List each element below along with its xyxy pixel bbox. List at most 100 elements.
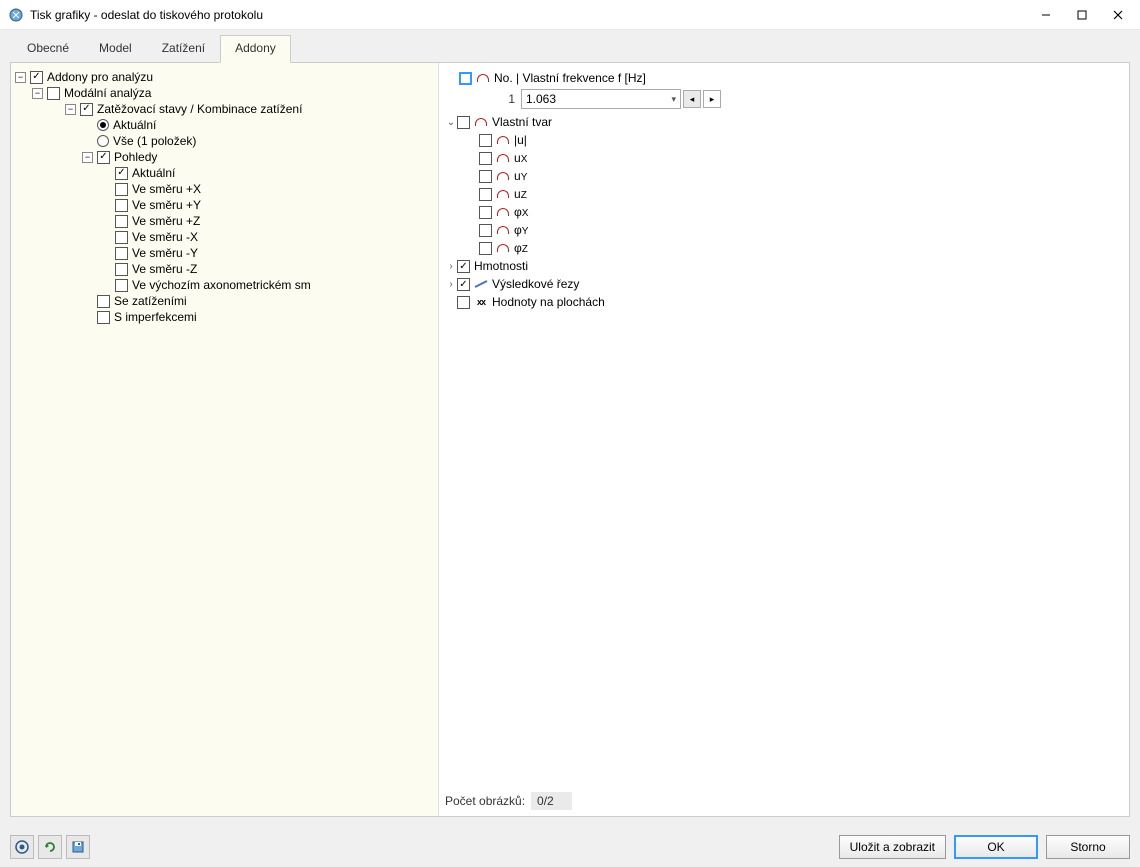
label-with-imperf: S imperfekcemi xyxy=(114,309,197,325)
combo-value: 1.063 xyxy=(526,92,671,106)
label-lc-all: Vše (1 položek) xyxy=(113,133,196,149)
checkbox-frequency[interactable] xyxy=(459,72,472,85)
left-tree-panel: − Addony pro analýzu − Modální analýza −… xyxy=(11,63,439,816)
label-uy: uY xyxy=(514,169,527,183)
label-phiz: φZ xyxy=(514,241,528,255)
deformation-icon xyxy=(476,72,490,84)
next-button[interactable]: ▸ xyxy=(703,90,721,108)
checkbox-addony-analyza[interactable] xyxy=(30,71,43,84)
label-loadcases: Zatěžovací stavy / Kombinace zatížení xyxy=(97,101,302,117)
checkbox-view-my[interactable] xyxy=(115,247,128,260)
tab-bar: Obecné Model Zatížení Addony xyxy=(2,35,1138,63)
combo-index: 1 xyxy=(501,92,521,106)
label-sections: Výsledkové řezy xyxy=(492,277,579,291)
toggle-shape[interactable]: ⌄ xyxy=(445,117,457,128)
label-phiy: φY xyxy=(514,223,528,237)
refresh-button[interactable] xyxy=(38,835,62,859)
titlebar: Tisk grafiky - odeslat do tiskového prot… xyxy=(0,0,1140,30)
checkbox-phix[interactable] xyxy=(479,206,492,219)
label-view-mx: Ve směru -X xyxy=(132,229,198,245)
app-icon xyxy=(8,7,24,23)
label-view-my: Ve směru -Y xyxy=(132,245,198,261)
label-frequency: No. | Vlastní frekvence f [Hz] xyxy=(494,71,646,85)
tab-obecne[interactable]: Obecné xyxy=(12,35,84,63)
deformation-icon xyxy=(474,116,488,128)
label-addony-analyza: Addony pro analýzu xyxy=(47,69,153,85)
button-bar: Uložit a zobrazit OK Storno xyxy=(0,827,1140,867)
checkbox-with-loads[interactable] xyxy=(97,295,110,308)
tab-addony[interactable]: Addony xyxy=(220,35,291,63)
surface-values-icon: xx xyxy=(474,296,488,308)
section-icon xyxy=(474,278,488,290)
checkbox-views[interactable] xyxy=(97,151,110,164)
frequency-combo[interactable]: 1.063 ▾ xyxy=(521,89,681,109)
cancel-button[interactable]: Storno xyxy=(1046,835,1130,859)
label-view-mz: Ve směru -Z xyxy=(132,261,197,277)
right-tree-panel: No. | Vlastní frekvence f [Hz] 1 1.063 ▾… xyxy=(439,63,1129,816)
label-u-abs: |u| xyxy=(514,133,527,147)
tab-zatizeni[interactable]: Zatížení xyxy=(147,35,220,63)
deformation-icon xyxy=(496,206,510,218)
label-view-current: Aktuální xyxy=(132,165,175,181)
checkbox-phiz[interactable] xyxy=(479,242,492,255)
checkbox-u-abs[interactable] xyxy=(479,134,492,147)
toggle-views[interactable]: − xyxy=(82,152,93,163)
checkbox-modalni[interactable] xyxy=(47,87,60,100)
deformation-icon xyxy=(496,170,510,182)
checkbox-masses[interactable] xyxy=(457,260,470,273)
radio-lc-current[interactable] xyxy=(97,119,109,131)
checkbox-view-current[interactable] xyxy=(115,167,128,180)
checkbox-uz[interactable] xyxy=(479,188,492,201)
chevron-down-icon: ▾ xyxy=(671,94,676,105)
label-view-py: Ve směru +Y xyxy=(132,197,201,213)
checkbox-sections[interactable] xyxy=(457,278,470,291)
toggle-root[interactable]: − xyxy=(15,72,26,83)
toggle-masses[interactable]: › xyxy=(445,261,457,272)
checkbox-phiy[interactable] xyxy=(479,224,492,237)
tab-model[interactable]: Model xyxy=(84,35,147,63)
image-count-value: 0/2 xyxy=(531,792,572,810)
label-uz: uZ xyxy=(514,187,527,201)
label-view-axo: Ve výchozím axonometrickém sm xyxy=(132,277,311,293)
label-view-px: Ve směru +X xyxy=(132,181,201,197)
checkbox-view-px[interactable] xyxy=(115,183,128,196)
checkbox-loadcases[interactable] xyxy=(80,103,93,116)
help-button[interactable] xyxy=(10,835,34,859)
label-view-pz: Ve směru +Z xyxy=(132,213,200,229)
checkbox-view-pz[interactable] xyxy=(115,215,128,228)
checkbox-view-mz[interactable] xyxy=(115,263,128,276)
checkbox-surfaces[interactable] xyxy=(457,296,470,309)
checkbox-uy[interactable] xyxy=(479,170,492,183)
label-lc-current: Aktuální xyxy=(113,117,156,133)
label-masses: Hmotnosti xyxy=(474,259,528,273)
label-shape: Vlastní tvar xyxy=(492,115,552,129)
label-modalni: Modální analýza xyxy=(64,85,151,101)
window-title: Tisk grafiky - odeslat do tiskového prot… xyxy=(30,8,1024,22)
prev-button[interactable]: ◂ xyxy=(683,90,701,108)
checkbox-view-py[interactable] xyxy=(115,199,128,212)
label-surfaces: Hodnoty na plochách xyxy=(492,295,605,309)
checkbox-view-mx[interactable] xyxy=(115,231,128,244)
close-button[interactable] xyxy=(1096,0,1140,30)
toggle-loadcases[interactable]: − xyxy=(65,104,76,115)
deformation-icon xyxy=(496,134,510,146)
save-show-button[interactable]: Uložit a zobrazit xyxy=(839,835,946,859)
checkbox-view-axo[interactable] xyxy=(115,279,128,292)
deformation-icon xyxy=(496,224,510,236)
deformation-icon xyxy=(496,242,510,254)
label-views: Pohledy xyxy=(114,149,157,165)
radio-lc-all[interactable] xyxy=(97,135,109,147)
label-ux: uX xyxy=(514,151,527,165)
toggle-modal[interactable]: − xyxy=(32,88,43,99)
deformation-icon xyxy=(496,188,510,200)
ok-button[interactable]: OK xyxy=(954,835,1038,859)
save-settings-button[interactable] xyxy=(66,835,90,859)
checkbox-with-imperf[interactable] xyxy=(97,311,110,324)
toggle-sections[interactable]: › xyxy=(445,279,457,290)
label-phix: φX xyxy=(514,205,528,219)
checkbox-shape[interactable] xyxy=(457,116,470,129)
checkbox-ux[interactable] xyxy=(479,152,492,165)
label-with-loads: Se zatíženími xyxy=(114,293,187,309)
image-count-label: Počet obrázků: xyxy=(445,794,525,808)
deformation-icon xyxy=(496,152,510,164)
